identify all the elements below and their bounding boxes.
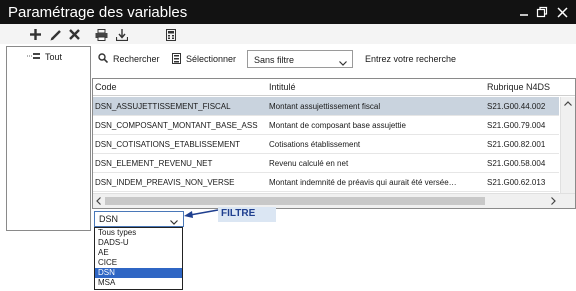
search-button-label: Rechercher xyxy=(113,54,160,64)
search-icon xyxy=(98,53,109,65)
filter-callout-label: FILTRE xyxy=(221,208,256,219)
tree-panel: Tout xyxy=(6,46,91,231)
scroll-thumb[interactable] xyxy=(105,197,485,205)
chevron-down-icon xyxy=(170,217,178,227)
filter-select-value: Sans filtre xyxy=(254,55,295,65)
cell-rubrique: S21.G00.58.004 xyxy=(487,159,546,168)
select-icon xyxy=(172,52,181,66)
callout-arrow-icon xyxy=(184,206,220,222)
toolbar xyxy=(0,24,576,44)
filter-callout: FILTRE xyxy=(218,207,276,222)
variables-grid: Code Intitulé Rubrique N4DS DSN_ASSUJETT… xyxy=(92,78,576,209)
add-icon[interactable] xyxy=(28,27,43,42)
vertical-scrollbar[interactable] xyxy=(560,97,575,193)
type-filter-select[interactable]: DSN xyxy=(94,211,184,227)
type-filter-options: Tous types DADS-U AE CICE DSN MSA xyxy=(94,227,183,290)
select-button[interactable]: Sélectionner xyxy=(172,51,236,67)
cell-code: DSN_INDEM_PREAVIS_NON_VERSE xyxy=(95,178,235,187)
dropdown-option[interactable]: CICE xyxy=(95,258,182,268)
cell-code: DSN_ELEMENT_REVENU_NET xyxy=(95,159,213,168)
close-icon[interactable] xyxy=(554,4,570,20)
cell-intitule: Cotisations établissement xyxy=(269,140,361,149)
cell-code: DSN_COMPOSANT_MONTANT_BASE_ASS xyxy=(95,121,258,130)
table-row[interactable]: DSN_ASSUJETTISSEMENT_FISCAL Montant assu… xyxy=(93,97,559,116)
cell-intitule: Montant de composant base assujettie xyxy=(269,121,406,130)
scroll-up-icon[interactable] xyxy=(564,98,572,108)
tree-root-icon xyxy=(27,52,41,62)
cell-rubrique: S21.G00.62.013 xyxy=(487,178,546,187)
dropdown-option[interactable]: AE xyxy=(95,248,182,258)
table-row[interactable]: DSN_INDEM_PREAVIS_NON_VERSE Montant inde… xyxy=(93,173,559,192)
column-header-code[interactable]: Code xyxy=(95,82,117,92)
chevron-down-icon xyxy=(339,58,347,68)
type-filter-value: DSN xyxy=(99,214,119,224)
cell-rubrique: S21.G00.44.002 xyxy=(487,102,546,111)
edit-icon[interactable] xyxy=(48,27,63,42)
search-bar: Rechercher Sélectionner Sans filtre Entr… xyxy=(92,48,576,72)
filter-select[interactable]: Sans filtre xyxy=(247,50,353,68)
column-header-intitule[interactable]: Intitulé xyxy=(269,82,296,92)
table-row[interactable]: DSN_COTISATIONS_ETABLISSEMENT Cotisation… xyxy=(93,135,559,154)
minimize-icon[interactable] xyxy=(516,4,532,20)
cell-rubrique: S21.G00.82.001 xyxy=(487,140,546,149)
table-row[interactable]: DSN_COMPOSANT_MONTANT_BASE_ASS Montant d… xyxy=(93,116,559,135)
dropdown-option[interactable]: MSA xyxy=(95,278,182,288)
scroll-left-icon[interactable] xyxy=(96,197,101,207)
dropdown-option[interactable]: Tous types xyxy=(95,228,182,238)
select-button-label: Sélectionner xyxy=(186,54,237,64)
cell-intitule: Montant assujettissement fiscal xyxy=(269,102,381,111)
title-bar: Paramétrage des variables xyxy=(0,0,576,24)
cell-code: DSN_COTISATIONS_ETABLISSEMENT xyxy=(95,140,241,149)
tree-item-label: Tout xyxy=(45,52,63,62)
print-icon[interactable] xyxy=(94,27,109,42)
window-title: Paramétrage des variables xyxy=(8,4,188,21)
restore-icon[interactable] xyxy=(534,4,550,20)
table-row[interactable]: DSN_ELEMENT_REVENU_NET Revenu calculé en… xyxy=(93,154,559,173)
export-icon[interactable] xyxy=(114,27,129,42)
column-header-rubrique[interactable]: Rubrique N4DS xyxy=(487,82,550,92)
search-button[interactable]: Rechercher xyxy=(98,51,160,67)
cell-intitule: Montant indemnité de préavis qui aurait … xyxy=(269,178,457,187)
delete-icon[interactable] xyxy=(67,27,82,42)
cell-code: DSN_ASSUJETTISSEMENT_FISCAL xyxy=(95,102,231,111)
horizontal-scrollbar[interactable] xyxy=(93,193,575,208)
search-input[interactable]: Entrez votre recherche xyxy=(365,54,456,64)
tree-item-tout[interactable]: Tout xyxy=(27,52,62,62)
calculator-icon[interactable] xyxy=(163,27,178,42)
grid-header: Code Intitulé Rubrique N4DS xyxy=(93,79,575,96)
dropdown-option-selected[interactable]: DSN xyxy=(95,268,182,278)
cell-rubrique: S21.G00.79.004 xyxy=(487,121,546,130)
scroll-right-icon[interactable] xyxy=(551,197,556,207)
dropdown-option[interactable]: DADS-U xyxy=(95,238,182,248)
cell-intitule: Revenu calculé en net xyxy=(269,159,349,168)
